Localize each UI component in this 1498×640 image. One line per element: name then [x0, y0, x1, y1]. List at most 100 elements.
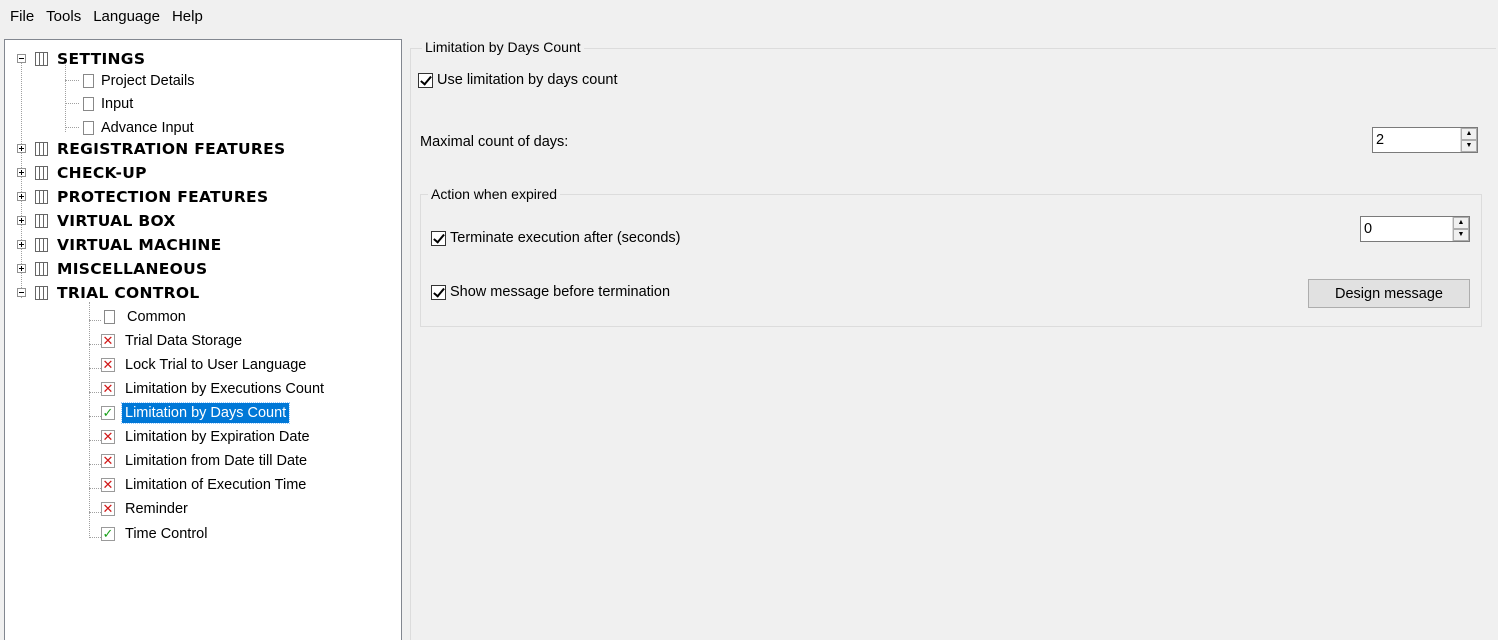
expand-icon[interactable] — [17, 192, 26, 201]
tree-item-label: Lock Trial to User Language — [125, 357, 307, 373]
menu-file[interactable]: File — [4, 8, 40, 25]
spinner-buttons: ▲ ▼ — [1452, 217, 1469, 241]
tree-item-common[interactable]: Common — [101, 306, 189, 328]
cross-icon: ✕ — [101, 501, 115, 516]
tree-item-label: REGISTRATION FEATURES — [57, 140, 286, 158]
checkbox-box[interactable] — [431, 284, 446, 300]
tree-line — [65, 62, 66, 132]
tree-line — [89, 488, 101, 489]
menu-bar: File Tools Language Help — [0, 0, 1498, 32]
menu-tools[interactable]: Tools — [40, 8, 87, 25]
tree-line — [89, 464, 101, 465]
use-limitation-checkbox[interactable]: Use limitation by days count — [418, 72, 618, 88]
settings-tree[interactable]: SETTINGS Project Details Input Advance I… — [4, 39, 402, 640]
checkbox-label: Terminate execution after (seconds) — [450, 230, 681, 246]
tree-item-label: Limitation from Date till Date — [125, 453, 308, 469]
tree-item-label: CHECK-UP — [57, 164, 147, 182]
design-message-button[interactable]: Design message — [1308, 279, 1470, 308]
tree-item-project-details[interactable]: Project Details — [83, 70, 197, 92]
tree-item-label: Project Details — [101, 73, 195, 89]
tree-item-limitation-by-executions-count[interactable]: ✕ Limitation by Executions Count — [101, 378, 327, 400]
tree-line — [65, 127, 79, 128]
spin-up-icon[interactable]: ▲ — [1453, 217, 1469, 229]
cross-icon: ✕ — [101, 429, 115, 444]
cross-icon: ✕ — [101, 333, 115, 348]
tree-item-protection-features[interactable]: PROTECTION FEATURES — [33, 186, 271, 208]
spin-down-icon[interactable]: ▼ — [1453, 229, 1469, 241]
tree-item-label: PROTECTION FEATURES — [57, 188, 269, 206]
tree-item-input[interactable]: Input — [83, 93, 136, 115]
expand-icon[interactable] — [17, 168, 26, 177]
tree-item-virtual-machine[interactable]: VIRTUAL MACHINE — [33, 234, 225, 256]
max-days-label: Maximal count of days: — [420, 134, 569, 150]
tree-item-advance-input[interactable]: Advance Input — [83, 117, 197, 139]
menu-help[interactable]: Help — [166, 8, 209, 25]
tree-item-label: SETTINGS — [57, 50, 146, 68]
terminate-checkbox[interactable]: Terminate execution after (seconds) — [431, 230, 681, 246]
collapse-icon[interactable] — [17, 54, 26, 63]
tree-line — [89, 512, 101, 513]
tree-line — [89, 302, 90, 538]
tree-line — [89, 320, 101, 321]
checkbox-box[interactable] — [431, 230, 446, 246]
checkbox-label: Use limitation by days count — [437, 72, 618, 88]
tree-item-miscellaneous[interactable]: MISCELLANEOUS — [33, 258, 210, 280]
book-icon — [33, 141, 49, 157]
tree-item-trial-data-storage[interactable]: ✕ Trial Data Storage — [101, 330, 245, 352]
cross-icon: ✕ — [101, 381, 115, 396]
collapse-icon[interactable] — [17, 288, 26, 297]
cross-icon: ✕ — [101, 453, 115, 468]
check-icon: ✓ — [101, 405, 115, 420]
max-days-input[interactable] — [1373, 128, 1460, 152]
book-icon — [33, 189, 49, 205]
tree-line — [89, 537, 101, 538]
tree-item-limitation-by-days-count[interactable]: ✓ Limitation by Days Count — [101, 402, 291, 424]
show-message-checkbox[interactable]: Show message before termination — [431, 284, 670, 300]
tree-item-label: Time Control — [125, 526, 208, 542]
book-icon — [33, 285, 49, 301]
expand-icon[interactable] — [17, 240, 26, 249]
spinner-buttons: ▲ ▼ — [1460, 128, 1477, 152]
tree-item-virtual-box[interactable]: VIRTUAL BOX — [33, 210, 179, 232]
tree-item-label: VIRTUAL MACHINE — [57, 236, 222, 254]
tree-item-lock-trial-to-user-language[interactable]: ✕ Lock Trial to User Language — [101, 354, 309, 376]
cross-icon: ✕ — [101, 357, 115, 372]
tree-item-limitation-by-expiration-date[interactable]: ✕ Limitation by Expiration Date — [101, 426, 313, 448]
tree-line — [89, 368, 101, 369]
expand-icon[interactable] — [17, 264, 26, 273]
tree-item-time-control[interactable]: ✓ Time Control — [101, 523, 210, 545]
expand-icon[interactable] — [17, 144, 26, 153]
page-icon — [83, 74, 94, 88]
tree-item-limitation-of-execution-time[interactable]: ✕ Limitation of Execution Time — [101, 474, 309, 496]
tree-item-label: Reminder — [125, 501, 188, 517]
tree-line — [89, 416, 101, 417]
tree-line — [89, 392, 101, 393]
tree-item-settings[interactable]: SETTINGS — [33, 48, 148, 70]
tree-item-check-up[interactable]: CHECK-UP — [33, 162, 150, 184]
book-icon — [33, 165, 49, 181]
tree-item-reminder[interactable]: ✕ Reminder — [101, 498, 191, 520]
page-icon — [83, 97, 94, 111]
tree-item-label: Input — [101, 96, 134, 112]
check-icon: ✓ — [101, 526, 115, 541]
expand-icon[interactable] — [17, 216, 26, 225]
terminate-seconds-input[interactable] — [1361, 217, 1452, 241]
max-days-spinner[interactable]: ▲ ▼ — [1372, 127, 1478, 153]
book-icon — [33, 213, 49, 229]
tree-item-label: Limitation by Executions Count — [125, 381, 325, 397]
action-group-title: Action when expired — [428, 186, 561, 202]
spin-up-icon[interactable]: ▲ — [1461, 128, 1477, 140]
days-count-groupbox — [410, 48, 1496, 640]
tree-item-label: MISCELLANEOUS — [57, 260, 208, 278]
tree-item-limitation-from-date-till-date[interactable]: ✕ Limitation from Date till Date — [101, 450, 310, 472]
checkbox-label: Show message before termination — [450, 284, 671, 300]
menu-language[interactable]: Language — [87, 8, 166, 25]
terminate-seconds-spinner[interactable]: ▲ ▼ — [1360, 216, 1470, 242]
page-icon — [83, 121, 94, 135]
spin-down-icon[interactable]: ▼ — [1461, 140, 1477, 152]
checkbox-box[interactable] — [418, 72, 433, 88]
tree-item-label: Advance Input — [101, 120, 194, 136]
tree-item-trial-control[interactable]: TRIAL CONTROL — [33, 282, 203, 304]
tree-line — [89, 440, 101, 441]
tree-item-registration-features[interactable]: REGISTRATION FEATURES — [33, 138, 288, 160]
